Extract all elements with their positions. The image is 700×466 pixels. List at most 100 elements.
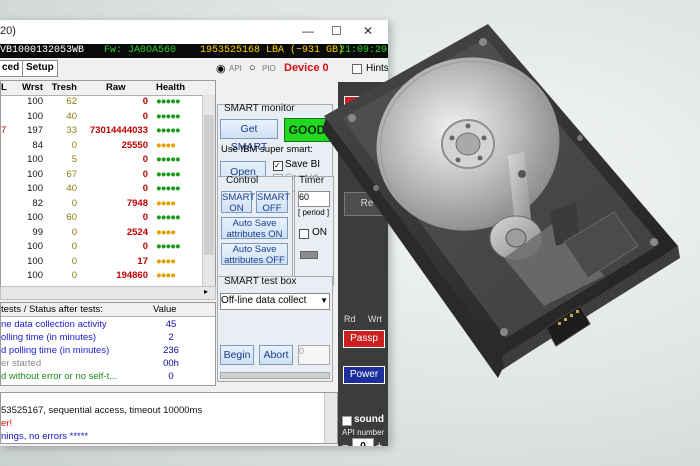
thresh-cell: 67 bbox=[66, 168, 77, 180]
health-cell: ●●●●● bbox=[156, 241, 181, 252]
sound-checkbox[interactable] bbox=[342, 416, 352, 426]
health-cell: ●●●●● bbox=[156, 212, 181, 223]
worst-cell: 82 bbox=[32, 197, 43, 209]
smart-off-button[interactable]: SMART OFF bbox=[256, 191, 290, 214]
table-header: L Wrst Tresh Raw Health bbox=[1, 81, 215, 96]
list-item[interactable]: olling time (in minutes) 2 bbox=[1, 332, 215, 344]
get-smart-button[interactable]: Get SMART bbox=[220, 119, 278, 153]
table-row[interactable]: 100 67 0 ●●●●● bbox=[1, 169, 201, 182]
scroll-right-icon[interactable]: ▸ bbox=[204, 287, 208, 296]
raw-cell: 73014444033 bbox=[89, 125, 148, 136]
scroll-thumb[interactable] bbox=[204, 115, 214, 255]
worst-cell: 99 bbox=[32, 226, 43, 238]
table-row[interactable]: 100 40 0 ●●●●● bbox=[1, 183, 201, 196]
thresh-cell: 33 bbox=[66, 125, 77, 136]
health-cell: ●●●●● bbox=[156, 125, 181, 136]
col-thresh-header: Tresh bbox=[51, 82, 77, 93]
test-name: d polling time (in minutes) bbox=[1, 345, 110, 356]
raw-cell: 0 bbox=[142, 212, 148, 223]
raw-cell: 2524 bbox=[126, 226, 148, 238]
raw-cell: 0 bbox=[142, 241, 148, 252]
tests-header: tests / Status after tests: Value bbox=[1, 303, 215, 317]
table-row[interactable]: 82 0 7948 ●●●● bbox=[1, 198, 201, 211]
health-cell: ●●●● bbox=[156, 197, 176, 209]
tab-advanced[interactable]: ced bbox=[0, 60, 24, 77]
table-hscrollbar[interactable]: ▸ bbox=[0, 286, 216, 300]
api-number-input[interactable]: 0 bbox=[352, 438, 374, 446]
timer-indicator bbox=[300, 251, 318, 259]
raw-cell: 25550 bbox=[121, 139, 148, 151]
timer-on-checkbox[interactable] bbox=[299, 229, 309, 239]
smart-monitor-title: SMART monitor bbox=[224, 103, 295, 114]
autosave-on-button[interactable]: Auto Save attributes ON bbox=[221, 217, 288, 240]
thresh-cell: 0 bbox=[71, 270, 77, 281]
smart-on-button[interactable]: SMART ON bbox=[221, 191, 255, 214]
test-value: 00h bbox=[163, 358, 179, 369]
health-cell: ●●●●● bbox=[156, 96, 181, 107]
col-health-header: Health bbox=[156, 82, 186, 93]
worst-cell: 100 bbox=[27, 96, 43, 107]
test-name: er started bbox=[1, 358, 42, 369]
table-row[interactable]: 99 0 2524 ●●●● bbox=[1, 227, 201, 240]
api-number-label: API number bbox=[342, 428, 385, 437]
list-item[interactable]: d polling time (in minutes) 236 bbox=[1, 345, 215, 357]
api-radio[interactable]: ◉ bbox=[216, 62, 226, 75]
begin-test-button[interactable]: Begin bbox=[220, 345, 254, 365]
worst-cell: 100 bbox=[27, 110, 43, 122]
health-cell: ●●●● bbox=[156, 139, 176, 151]
log-line: nings, no errors ***** bbox=[1, 431, 89, 442]
raw-cell: 0 bbox=[142, 154, 148, 165]
test-value: 2 bbox=[168, 332, 174, 343]
table-row[interactable]: 100 0 194860 ●●●● bbox=[1, 270, 201, 283]
table-row[interactable]: 100 0 0 ●●●●● bbox=[1, 241, 201, 254]
minimize-button[interactable]: — bbox=[302, 24, 314, 38]
raw-cell: 0 bbox=[142, 96, 148, 107]
test-value: 236 bbox=[163, 345, 179, 356]
table-scrollbar[interactable] bbox=[202, 95, 215, 299]
health-cell: ●●●● bbox=[156, 270, 176, 281]
worst-cell: 100 bbox=[27, 270, 43, 281]
tests-header-value: Value bbox=[153, 304, 177, 315]
abort-test-button[interactable]: Abort bbox=[259, 345, 293, 365]
worst-cell: 197 bbox=[27, 125, 43, 136]
worst-cell: 100 bbox=[27, 183, 43, 194]
table-row[interactable]: 100 40 0 ●●●●● bbox=[1, 111, 201, 124]
attr-id-cell: 7 bbox=[1, 125, 7, 136]
table-row[interactable]: 100 62 0 ●●●●● bbox=[1, 96, 201, 109]
control-group: Control SMART ON SMART OFF Auto Save att… bbox=[217, 175, 293, 286]
table-row[interactable]: 100 5 0 ●●●●● bbox=[1, 154, 201, 167]
list-item[interactable]: er started 00h bbox=[1, 358, 215, 370]
tab-setup[interactable]: Setup bbox=[22, 60, 58, 77]
table-row[interactable]: 84 0 25550 ●●●● bbox=[1, 140, 201, 153]
test-progress-bar bbox=[220, 372, 330, 379]
health-cell: ●●●● bbox=[156, 255, 176, 267]
raw-cell: 7948 bbox=[126, 197, 148, 209]
window-title: 20) bbox=[0, 25, 16, 37]
table-row[interactable]: 100 60 0 ●●●●● bbox=[1, 212, 201, 225]
test-name: olling time (in minutes) bbox=[1, 332, 97, 343]
table-row[interactable]: 100 0 17 ●●●● bbox=[1, 256, 201, 269]
thresh-cell: 60 bbox=[66, 212, 77, 223]
pio-label: PIO bbox=[262, 64, 276, 73]
log-scrollbar[interactable] bbox=[324, 393, 337, 443]
table-row[interactable]: 7 197 33 73014444033 ●●●●● bbox=[1, 125, 201, 138]
api-label: API bbox=[229, 64, 242, 73]
worst-cell: 100 bbox=[27, 241, 43, 252]
decrement-button[interactable]: − bbox=[342, 440, 348, 446]
save-bin-checkbox[interactable]: ✓ bbox=[273, 161, 283, 171]
smart-test-group: SMART test box Off-line data collect ▼ B… bbox=[217, 276, 333, 382]
thresh-cell: 40 bbox=[66, 110, 77, 122]
list-item[interactable]: ne data collection activity 45 bbox=[1, 319, 215, 331]
worst-cell: 100 bbox=[27, 255, 43, 267]
pio-radio[interactable]: ○ bbox=[249, 62, 256, 74]
raw-cell: 0 bbox=[142, 168, 148, 180]
test-type-select[interactable]: Off-line data collect ▼ bbox=[220, 293, 330, 310]
autosave-off-button[interactable]: Auto Save attributes OFF bbox=[221, 243, 288, 266]
health-cell: ●●●● bbox=[156, 226, 176, 238]
worst-cell: 100 bbox=[27, 212, 43, 223]
thresh-cell: 0 bbox=[71, 197, 77, 209]
hard-drive-icon bbox=[322, 24, 680, 378]
list-item[interactable]: d without error or no self-t... 0 bbox=[1, 371, 215, 383]
thresh-cell: 0 bbox=[71, 255, 77, 267]
increment-button[interactable]: + bbox=[376, 440, 382, 446]
